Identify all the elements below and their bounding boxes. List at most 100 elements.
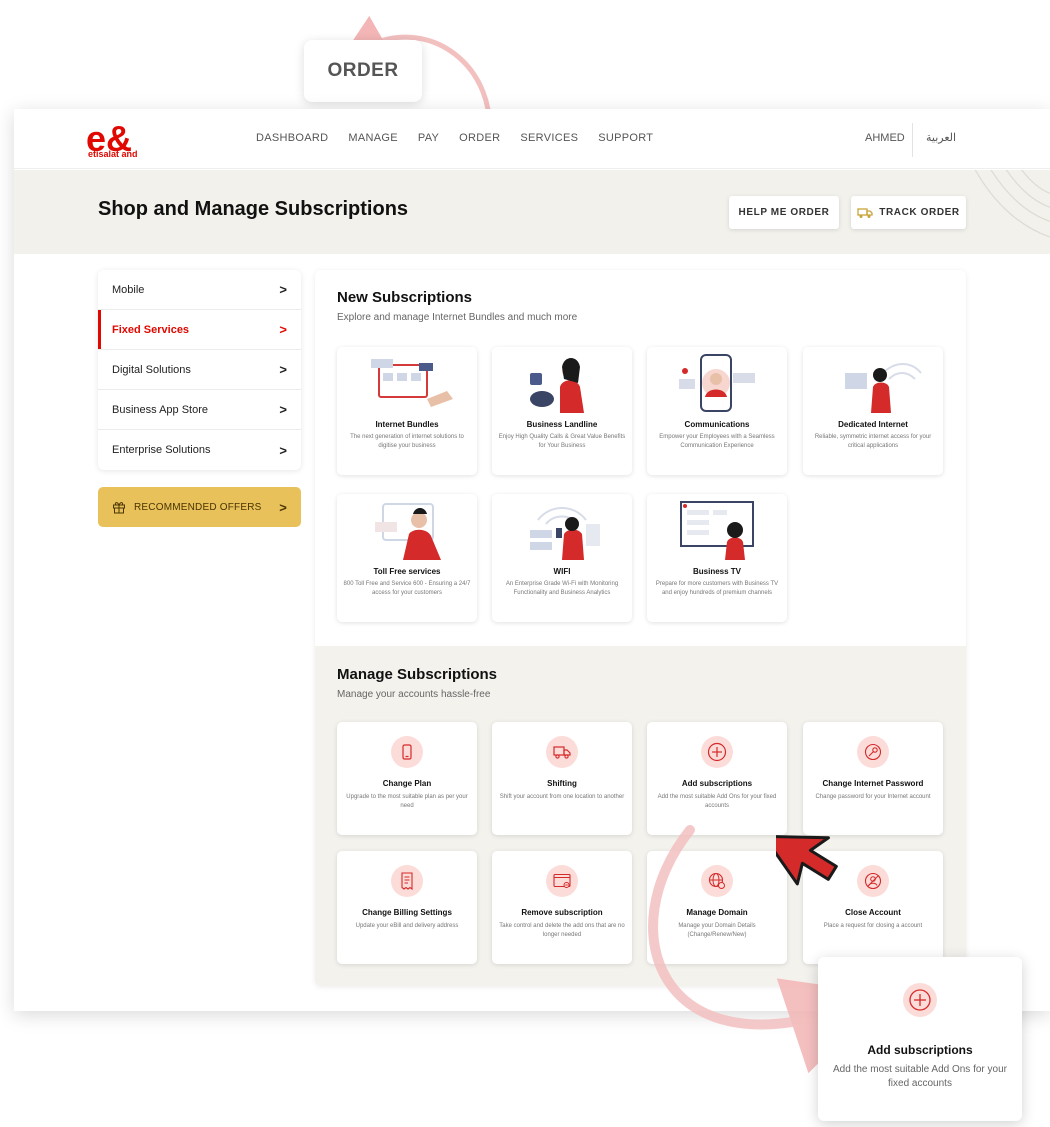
decorative-waves bbox=[974, 170, 1050, 238]
logo-subtitle: etisalat and bbox=[88, 149, 138, 159]
sidebar-item-fixed-services[interactable]: Fixed Services > bbox=[98, 310, 301, 350]
card-description: Reliable, symmetric internet access for … bbox=[814, 434, 932, 449]
chevron-right-icon: > bbox=[279, 402, 287, 417]
card-business-landline[interactable]: Business Landline Enjoy High Quality Cal… bbox=[492, 347, 632, 475]
chevron-right-icon: > bbox=[279, 362, 287, 377]
card-description: Update your eBill and delivery address bbox=[355, 923, 459, 929]
card-description: Add the most suitable Add Ons for your f… bbox=[657, 794, 777, 809]
new-subscriptions-title: New Subscriptions bbox=[337, 289, 473, 306]
card-shifting[interactable]: Shifting Shift your account from one loc… bbox=[492, 722, 632, 835]
card-toll-free-services[interactable]: Toll Free services 800 Toll Free and Ser… bbox=[337, 494, 477, 622]
plus-circle-icon bbox=[903, 983, 937, 1017]
business-landline-illustration bbox=[530, 358, 584, 413]
card-dedicated-internet[interactable]: Dedicated Internet Reliable, symmetric i… bbox=[803, 347, 943, 475]
card-internet-bundles[interactable]: Internet Bundles The next generation of … bbox=[337, 347, 477, 475]
chevron-right-icon: > bbox=[279, 322, 287, 337]
card-title: Shifting bbox=[547, 779, 577, 788]
chevron-right-icon: > bbox=[279, 442, 287, 458]
order-callout-label: ORDER bbox=[327, 60, 399, 81]
sidebar-item-mobile[interactable]: Mobile > bbox=[98, 270, 301, 310]
sidebar-item-digital-solutions[interactable]: Digital Solutions > bbox=[98, 350, 301, 390]
zoom-card-add-subscriptions[interactable]: Add subscriptions Add the most suitable … bbox=[818, 957, 1022, 1121]
nav-services[interactable]: SERVICES bbox=[520, 132, 578, 144]
sidebar-item-business-app-store[interactable]: Business App Store > bbox=[98, 390, 301, 430]
card-description: Upgrade to the most suitable plan as per… bbox=[346, 794, 468, 809]
recommended-offers-label-group: RECOMMENDED OFFERS bbox=[112, 500, 262, 514]
card-manage-domain[interactable]: Manage Domain Manage your Domain Details… bbox=[647, 851, 787, 964]
card-description: An Enterprise Grade Wi-Fi with Monitorin… bbox=[505, 581, 619, 596]
user-name[interactable]: AHMED bbox=[865, 132, 905, 144]
recommended-offers-button[interactable]: RECOMMENDED OFFERS > bbox=[98, 487, 301, 527]
card-change-billing-settings[interactable]: Change Billing Settings Update your eBil… bbox=[337, 851, 477, 964]
nav-divider bbox=[912, 123, 913, 157]
content-panel: New Subscriptions Explore and manage Int… bbox=[315, 270, 966, 986]
card-title: Dedicated Internet bbox=[838, 420, 908, 429]
sidebar-item-label: Mobile bbox=[112, 283, 145, 296]
mouse-cursor-icon bbox=[776, 834, 838, 886]
window-remove-icon bbox=[546, 865, 578, 897]
nav-pay[interactable]: PAY bbox=[418, 132, 439, 144]
globe-icon bbox=[701, 865, 733, 897]
sidebar-item-label: Business App Store bbox=[112, 403, 209, 416]
card-description: Empower your Employees with a Seamless C… bbox=[659, 434, 775, 449]
sidebar-item-label: Enterprise Solutions bbox=[112, 444, 211, 456]
communications-illustration bbox=[679, 354, 755, 412]
card-description: Shift your account from one location to … bbox=[499, 794, 625, 800]
business-tv-illustration bbox=[680, 501, 754, 560]
dedicated-internet-illustration bbox=[845, 363, 922, 413]
key-icon bbox=[857, 736, 889, 768]
nav-support[interactable]: SUPPORT bbox=[598, 132, 653, 144]
recommended-offers-label: RECOMMENDED OFFERS bbox=[134, 501, 262, 513]
toll-free-illustration bbox=[375, 503, 441, 560]
card-description: Prepare for more customers with Business… bbox=[655, 581, 779, 596]
page-title: Shop and Manage Subscriptions bbox=[98, 198, 409, 220]
manage-section: Manage Subscriptions Manage your account… bbox=[315, 646, 966, 986]
bill-icon bbox=[391, 865, 423, 897]
card-description: Manage your Domain Details (Change/Renew… bbox=[678, 923, 756, 938]
gift-icon bbox=[113, 502, 125, 514]
card-title: Business Landline bbox=[526, 420, 598, 429]
internet-bundles-illustration bbox=[371, 359, 453, 407]
truck-icon bbox=[857, 207, 873, 218]
manage-subscriptions-subtitle: Manage your accounts hassle-free bbox=[337, 689, 491, 700]
card-title: Remove subscription bbox=[521, 908, 603, 917]
card-communications[interactable]: Communications Empower your Employees wi… bbox=[647, 347, 787, 475]
sidebar-item-label: Digital Solutions bbox=[112, 363, 191, 376]
card-add-subscriptions[interactable]: Add subscriptions Add the most suitable … bbox=[647, 722, 787, 835]
order-callout: ORDER bbox=[304, 40, 422, 102]
truck-icon bbox=[546, 736, 578, 768]
card-title: Internet Bundles bbox=[375, 420, 439, 429]
manage-subscriptions-title: Manage Subscriptions bbox=[337, 666, 498, 683]
stage: ORDER e& etisalat and DASHBOARD MANAGE P… bbox=[0, 0, 1050, 1127]
top-nav: e& etisalat and DASHBOARD MANAGE PAY ORD… bbox=[14, 109, 1050, 169]
card-remove-subscription[interactable]: Remove subscription Take control and del… bbox=[492, 851, 632, 964]
card-description: Take control and delete the add ons that… bbox=[499, 923, 625, 938]
card-title: Add subscriptions bbox=[681, 779, 753, 788]
card-description: Change password for your Internet accoun… bbox=[815, 794, 931, 800]
nav-order[interactable]: ORDER bbox=[459, 132, 500, 144]
card-description: The next generation of internet solution… bbox=[350, 434, 464, 449]
help-me-order-button[interactable]: HELP ME ORDER bbox=[729, 196, 839, 229]
card-change-plan[interactable]: Change Plan Upgrade to the most suitable… bbox=[337, 722, 477, 835]
card-title: Toll Free services bbox=[373, 567, 441, 576]
track-order-button[interactable]: TRACK ORDER bbox=[851, 196, 966, 229]
card-title: Business TV bbox=[692, 567, 741, 576]
hero-band: Shop and Manage Subscriptions HELP ME OR… bbox=[14, 170, 1050, 254]
nav-dashboard[interactable]: DASHBOARD bbox=[256, 132, 328, 144]
card-title: Change Billing Settings bbox=[362, 908, 452, 917]
card-wifi[interactable]: WIFI An Enterprise Grade Wi-Fi with Moni… bbox=[492, 494, 632, 622]
zoom-card-description: Add the most suitable Add Ons for your f… bbox=[833, 1064, 1007, 1089]
help-me-order-label: HELP ME ORDER bbox=[738, 207, 830, 218]
card-title: WIFI bbox=[553, 567, 571, 576]
zoom-card-title: Add subscriptions bbox=[867, 1043, 973, 1057]
sidebar: Mobile > Fixed Services > Digital Soluti… bbox=[98, 270, 301, 470]
card-business-tv[interactable]: Business TV Prepare for more customers w… bbox=[647, 494, 787, 622]
sidebar-item-enterprise-solutions[interactable]: Enterprise Solutions > bbox=[98, 430, 301, 470]
card-title: Change Plan bbox=[382, 779, 432, 788]
nav-manage[interactable]: MANAGE bbox=[348, 132, 397, 144]
new-subscriptions-subtitle: Explore and manage Internet Bundles and … bbox=[337, 312, 578, 323]
chevron-right-icon: > bbox=[279, 499, 287, 515]
nav-links: DASHBOARD MANAGE PAY ORDER SERVICES SUPP… bbox=[256, 132, 653, 144]
phone-icon bbox=[391, 736, 423, 768]
language-switch[interactable]: العربية bbox=[926, 131, 956, 144]
